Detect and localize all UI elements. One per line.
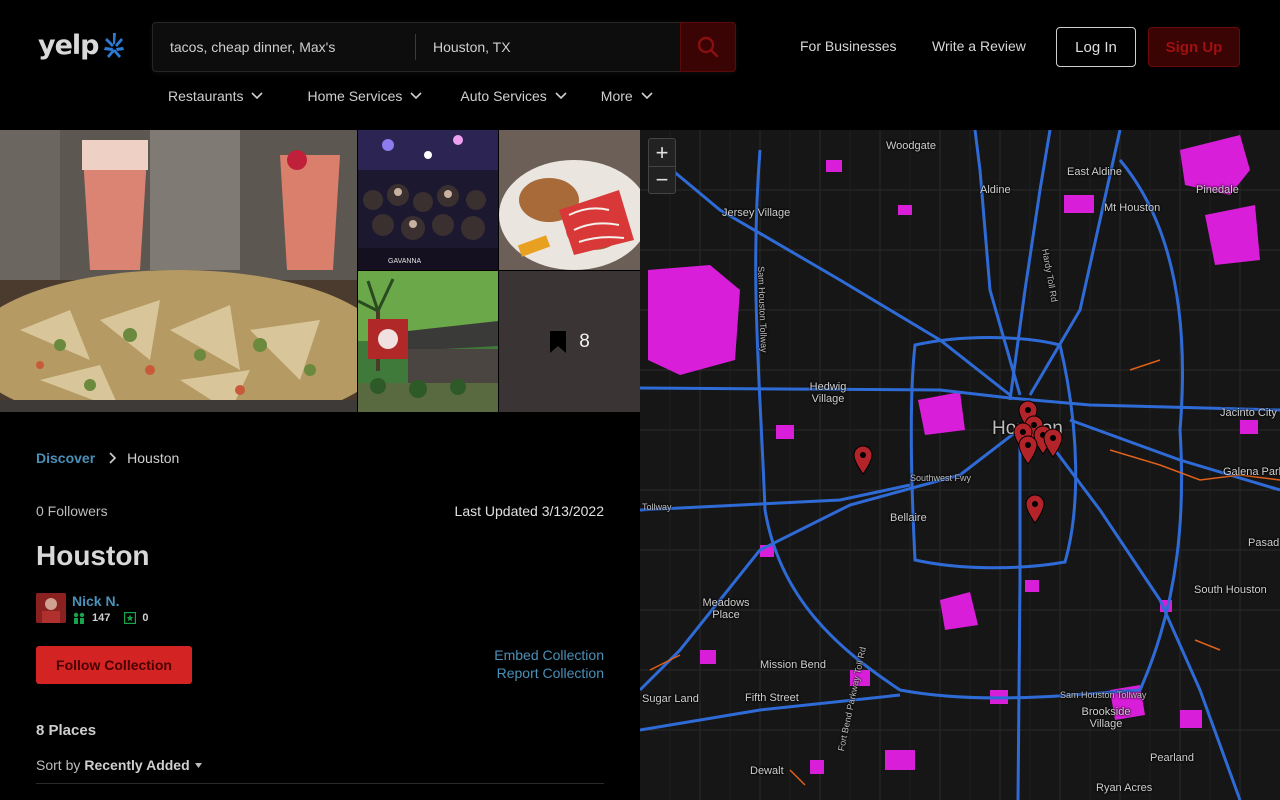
category-label: Auto Services (460, 88, 547, 104)
chevron-down-icon (555, 92, 567, 100)
map-road-sam-houston-tollway: Sam Houston Tollway (1060, 690, 1147, 700)
map-label-mission-bend: Mission Bend (760, 659, 827, 671)
search-find-input[interactable]: tacos, cheap dinner, Max's (153, 23, 415, 71)
top-header: yelp tacos, cheap dinner, Max's Houston,… (0, 0, 1280, 130)
breadcrumb-discover-link[interactable]: Discover (36, 450, 95, 466)
category-label: Restaurants (168, 88, 244, 104)
nightclub-image: GAVANNA (358, 130, 498, 270)
breadcrumb-current: Houston (127, 450, 180, 466)
category-restaurants[interactable]: Restaurants (168, 88, 264, 104)
followers-count: 0 Followers (36, 503, 108, 519)
chevron-down-icon (410, 92, 422, 100)
zoom-in-button[interactable]: + (649, 139, 675, 166)
map-label-south-houston: South Houston (1194, 584, 1267, 596)
follow-collection-button[interactable]: Follow Collection (36, 646, 192, 684)
collection-title: Houston (36, 540, 150, 571)
avatar-image (36, 593, 66, 623)
map-label-jersey-village: Jersey Village (722, 207, 791, 219)
category-nav: Restaurants Home Services Auto Services … (168, 88, 687, 104)
user-name-link[interactable]: Nick N. (72, 593, 162, 609)
yelp-burst-icon (103, 32, 124, 58)
map-pin-6[interactable] (1042, 428, 1064, 458)
map-label-galena-park: Galena Park (1223, 466, 1280, 478)
bookmark-icon (550, 330, 567, 353)
map-label-pinedale: Pinedale (1196, 184, 1239, 196)
user-info: Nick N. 147 0 (72, 593, 162, 624)
map-pin-8[interactable] (1024, 494, 1046, 524)
sort-label: Sort by (36, 757, 81, 773)
map-label-hedwig-village: Hedwig Village (809, 381, 847, 405)
caret-down-icon (194, 762, 202, 768)
chevron-down-icon (641, 92, 653, 100)
category-home-services[interactable]: Home Services (307, 88, 422, 104)
map-label-mt-houston: Mt Houston (1104, 202, 1161, 214)
places-count: 8 Places (36, 722, 97, 739)
search-button[interactable] (680, 22, 736, 72)
map-label-aldine: Aldine (980, 184, 1011, 196)
map-road-southwest-fwy: Southwest Fwy (910, 473, 972, 483)
patio-exterior-image (358, 271, 498, 412)
collection-map[interactable]: + − Woodgate East Aldine Aldine Jersey V… (640, 130, 1280, 800)
sort-value: Recently Added (84, 757, 190, 773)
chicken-waffles-image (499, 130, 640, 270)
chevron-down-icon (251, 92, 264, 100)
map-pin-1[interactable] (852, 445, 874, 475)
photo-chicken-waffles[interactable] (499, 130, 640, 270)
friends-count: 147 (92, 612, 111, 624)
breadcrumb: Discover Houston (36, 450, 179, 466)
map-zoom-controls: + − (648, 138, 676, 194)
category-label: Home Services (307, 88, 403, 104)
photo-nightclub[interactable]: GAVANNA (358, 130, 498, 270)
map-label-east-aldine: East Aldine (1067, 166, 1123, 178)
map-label-brookside-village: Brookside Village (1081, 706, 1131, 730)
map-label-fifth-street: Fifth Street (745, 692, 799, 704)
user-stats: 147 0 (72, 612, 162, 624)
collection-photo-grid: GAVANNA 8 (0, 130, 640, 412)
map-label-dewalt: Dewalt (750, 765, 784, 777)
category-label: More (600, 88, 633, 104)
collection-owner: Nick N. 147 0 (36, 593, 162, 624)
avatar[interactable] (36, 593, 66, 623)
for-businesses-link[interactable]: For Businesses (800, 38, 896, 54)
map-label-meadows-place: Meadows Place (702, 597, 750, 621)
map-label-jacinto-city: Jacinto City (1220, 407, 1277, 419)
friends-stat: 147 (72, 612, 110, 624)
photo-patio-exterior[interactable] (358, 271, 498, 412)
search-bar: tacos, cheap dinner, Max's Houston, TX (152, 22, 736, 72)
chevron-right-icon (109, 452, 117, 464)
sort-dropdown[interactable]: Sort by Recently Added (36, 757, 202, 773)
map-canvas (640, 130, 1280, 800)
club-caption: GAVANNA (388, 258, 422, 265)
map-road-tollway: Tollway (642, 502, 672, 512)
zoom-out-button[interactable]: − (649, 166, 675, 193)
search-icon (697, 36, 719, 58)
category-more[interactable]: More (601, 88, 653, 104)
review-star-icon (124, 612, 137, 624)
friends-icon (73, 612, 85, 624)
signup-button[interactable]: Sign Up (1148, 27, 1240, 67)
map-label-pasadena: Pasad (1248, 537, 1280, 549)
divider (36, 783, 604, 784)
search-location-input[interactable]: Houston, TX (416, 23, 680, 71)
map-label-bellaire: Bellaire (890, 512, 927, 524)
yelp-logo[interactable]: yelp (38, 30, 126, 61)
write-review-link[interactable]: Write a Review (932, 38, 1026, 54)
photo-nachos-drinks[interactable] (0, 130, 357, 412)
photo-more-overlay[interactable]: 8 (499, 271, 640, 412)
map-pin-7[interactable] (1017, 435, 1039, 465)
logo-wordmark: yelp (38, 30, 99, 61)
reviews-stat: 0 (124, 612, 148, 624)
map-label-ryan-acres: Ryan Acres (1096, 782, 1153, 794)
embed-collection-link[interactable]: Embed Collection (494, 647, 604, 663)
category-auto-services[interactable]: Auto Services (460, 88, 567, 104)
photo-count: 8 (579, 330, 590, 352)
map-label-woodgate: Woodgate (886, 140, 936, 152)
map-label-pearland: Pearland (1150, 752, 1195, 764)
last-updated: Last Updated 3/13/2022 (454, 503, 604, 519)
login-button[interactable]: Log In (1056, 27, 1136, 67)
report-collection-link[interactable]: Report Collection (497, 665, 604, 681)
reviews-count: 0 (142, 612, 149, 624)
map-label-sugar-land: Sugar Land (642, 693, 699, 705)
nachos-drinks-image (0, 130, 357, 412)
